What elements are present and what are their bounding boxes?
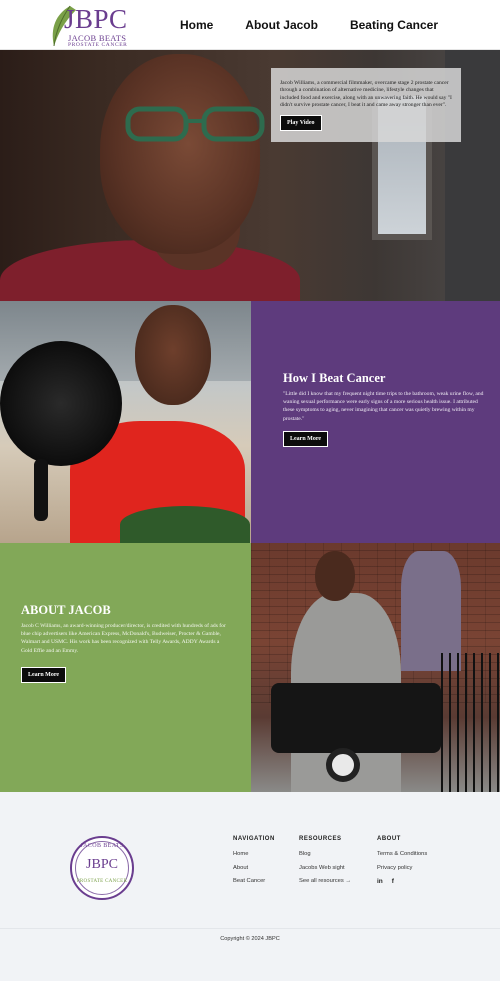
footer-resources-heading: RESOURCES: [299, 836, 342, 842]
footer-divider: [0, 928, 500, 929]
about-learn-more-button[interactable]: Learn More: [21, 666, 67, 683]
smiling-man-head: [135, 305, 211, 405]
footer-logo-main: JBPC: [86, 857, 118, 872]
footer-link-privacy[interactable]: Privacy policy: [377, 865, 427, 871]
footer-link-home[interactable]: Home: [233, 851, 275, 857]
camera-lens-icon: [326, 748, 360, 782]
footer-link-about[interactable]: About: [233, 865, 275, 871]
skillet-icon: [0, 341, 122, 466]
footer-logo[interactable]: JACOB BEATS JBPC PROSTATE CANCER: [70, 836, 134, 900]
nav-home[interactable]: Home: [180, 18, 213, 32]
hero-section: Jacob Williams, a commercial filmmaker, …: [0, 50, 500, 301]
logo-main-text: JBPC: [64, 4, 128, 34]
play-video-button[interactable]: Play Video: [280, 114, 322, 131]
footer-social-links: in f: [377, 878, 427, 885]
footer-logo-bottom: PROSTATE CANCER: [76, 879, 128, 884]
jbpc-logo[interactable]: JBPC JACOB BEATS PROSTATE CANCER: [48, 4, 132, 48]
linkedin-icon[interactable]: in: [377, 878, 383, 885]
iron-fence-decor: [441, 653, 500, 792]
footer-logo-top: JACOB BEATS: [80, 843, 124, 849]
how-i-beat-cancer-panel: How I Beat Cancer "Little did I know tha…: [251, 301, 500, 543]
footer-navigation-column: NAVIGATION Home About Beat Cancer: [233, 836, 275, 892]
main-nav: Home About Jacob Beating Cancer: [180, 18, 438, 32]
footer-link-beat-cancer[interactable]: Beat Cancer: [233, 878, 275, 884]
footer-navigation-heading: NAVIGATION: [233, 836, 275, 842]
site-footer: JACOB BEATS JBPC PROSTATE CANCER NAVIGAT…: [0, 792, 500, 981]
footer-resources-column: RESOURCES Blog Jacobs Web sight See all …: [299, 836, 351, 892]
footer-link-blog[interactable]: Blog: [299, 851, 351, 857]
hero-portrait-head: [100, 54, 260, 254]
about-jacob-text: Jacob C Williams, an award-winning produ…: [21, 623, 226, 654]
footer-about-heading: ABOUT: [377, 836, 401, 842]
beat-learn-more-button[interactable]: Learn More: [283, 430, 329, 447]
director-head-decor: [315, 551, 355, 601]
cooking-photo: [0, 301, 251, 543]
footer-link-terms[interactable]: Terms & Conditions: [377, 851, 427, 857]
film-set-photo: [251, 543, 500, 792]
hero-description: Jacob Williams, a commercial filmmaker, …: [280, 80, 452, 109]
footer-link-all-resources[interactable]: See all resources →: [299, 878, 351, 884]
about-jacob-panel: ABOUT JACOB Jacob C Williams, an award-w…: [0, 543, 251, 792]
glasses-icon: [125, 106, 265, 142]
facebook-icon[interactable]: f: [392, 878, 394, 885]
nav-beating-cancer[interactable]: Beating Cancer: [350, 18, 438, 32]
logo-line2: PROSTATE CANCER: [68, 42, 128, 48]
copyright-text: Copyright © 2024 JBPC: [220, 936, 280, 942]
about-jacob-title: ABOUT JACOB: [21, 603, 111, 617]
skillet-handle-decor: [34, 459, 48, 521]
nav-about-jacob[interactable]: About Jacob: [245, 18, 318, 32]
how-i-beat-cancer-text: "Little did I know that my frequent nigh…: [283, 391, 484, 422]
footer-about-column: ABOUT Terms & Conditions Privacy policy …: [377, 836, 427, 885]
how-i-beat-cancer-title: How I Beat Cancer: [283, 371, 386, 385]
hero-text-card: Jacob Williams, a commercial filmmaker, …: [271, 68, 461, 142]
footer-link-jacobs-web-sight[interactable]: Jacobs Web sight: [299, 865, 351, 871]
film-camera-icon: [271, 683, 441, 753]
site-header: JBPC JACOB BEATS PROSTATE CANCER Home Ab…: [0, 0, 500, 50]
greens-decor: [120, 506, 250, 543]
